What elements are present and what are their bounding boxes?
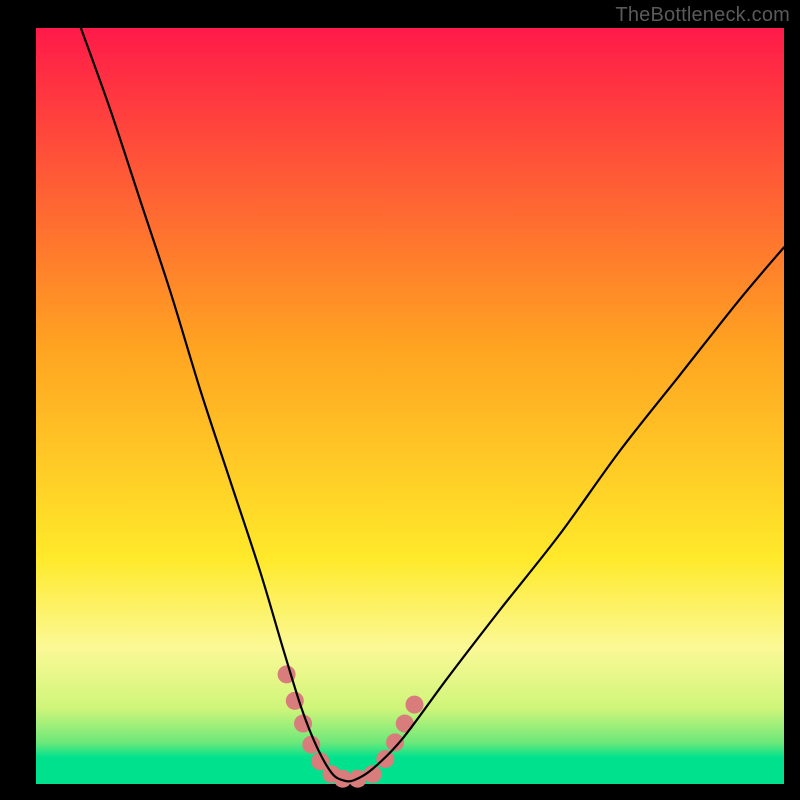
highlight-dot: [396, 715, 414, 733]
chart-frame: TheBottleneck.com: [0, 0, 800, 800]
highlight-dot: [405, 696, 423, 714]
watermark-text: TheBottleneck.com: [615, 4, 790, 27]
highlight-dot: [376, 750, 394, 768]
bottleneck-chart: [0, 0, 800, 800]
plot-background: [36, 28, 784, 784]
